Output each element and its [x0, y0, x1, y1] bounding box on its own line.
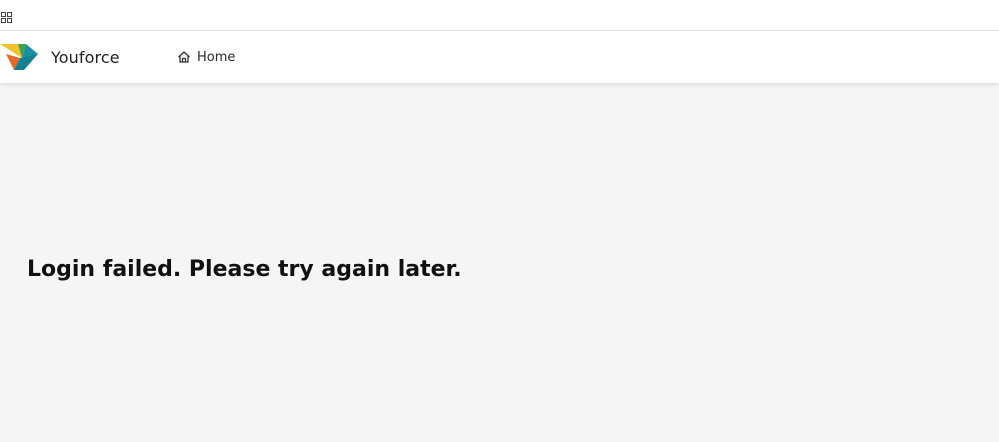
nav-home[interactable]: Home [177, 31, 235, 83]
brand-link[interactable]: Youforce [0, 31, 120, 83]
app-header: Youforce Home [0, 31, 999, 83]
home-icon [178, 51, 190, 63]
brand-name: Youforce [51, 47, 120, 67]
top-strip [0, 0, 999, 31]
main-content: Login failed. Please try again later. [0, 83, 999, 442]
nav-home-label: Home [197, 49, 236, 65]
login-error-message: Login failed. Please try again later. [27, 257, 462, 282]
youforce-logo-icon [0, 44, 38, 70]
grid-icon[interactable] [1, 8, 12, 23]
